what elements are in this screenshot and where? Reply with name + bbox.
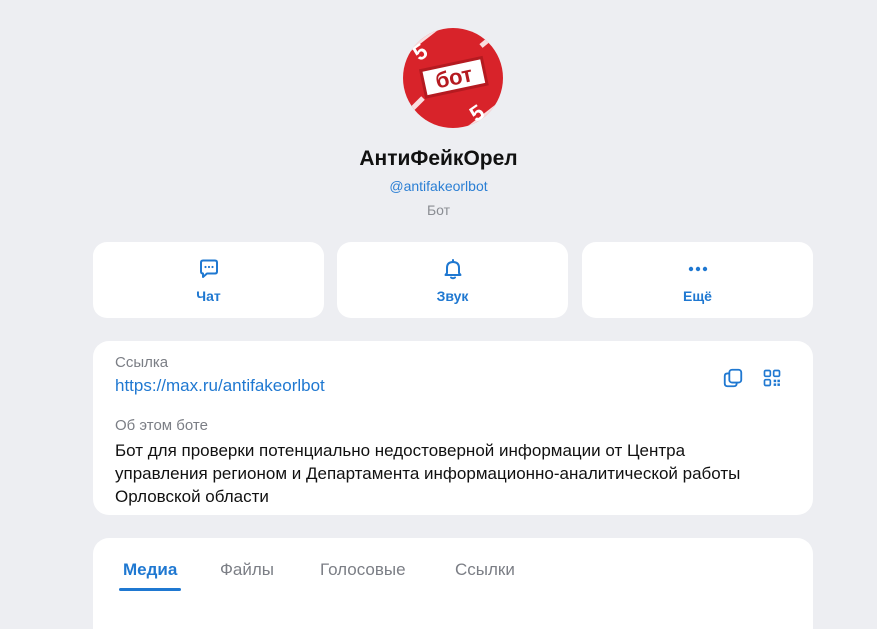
chat-bubble-icon [196, 256, 222, 282]
bell-icon [440, 256, 466, 282]
about-caption: Об этом боте [115, 417, 208, 434]
copy-icon[interactable] [721, 366, 745, 390]
bot-link[interactable]: https://max.ru/antifakeorlbot [115, 376, 325, 396]
profile-handle[interactable]: @antifakeorlbot [0, 178, 877, 194]
active-tab-indicator [119, 588, 181, 591]
chat-button[interactable]: Чат [93, 242, 324, 318]
link-caption: Ссылка [115, 354, 169, 371]
tab-links[interactable]: Ссылки [455, 560, 515, 580]
more-button-label: Ещё [683, 288, 712, 304]
more-dots-icon [685, 256, 711, 282]
tab-files[interactable]: Файлы [220, 560, 274, 580]
profile-name: АнтиФейкОрел [359, 147, 518, 170]
sound-button-label: Звук [436, 288, 469, 304]
tab-voice[interactable]: Голосовые [320, 560, 406, 580]
info-card: Ссылка https://max.ru/antifakeorlbot Об … [93, 341, 813, 515]
qr-code-icon[interactable] [760, 366, 784, 390]
avatar[interactable]: 5 5 бот [403, 28, 503, 128]
about-text: Бот для проверки потенциально недостовер… [115, 441, 741, 506]
media-tabs-card: Медиа Файлы Голосовые Ссылки [93, 538, 813, 629]
bot-avatar-logo: 5 5 бот [403, 28, 503, 128]
more-button[interactable]: Ещё [582, 242, 813, 318]
profile-kind: Бот [426, 202, 451, 218]
chat-button-label: Чат [196, 288, 221, 304]
tab-media[interactable]: Медиа [123, 560, 177, 580]
sound-button[interactable]: Звук [337, 242, 568, 318]
